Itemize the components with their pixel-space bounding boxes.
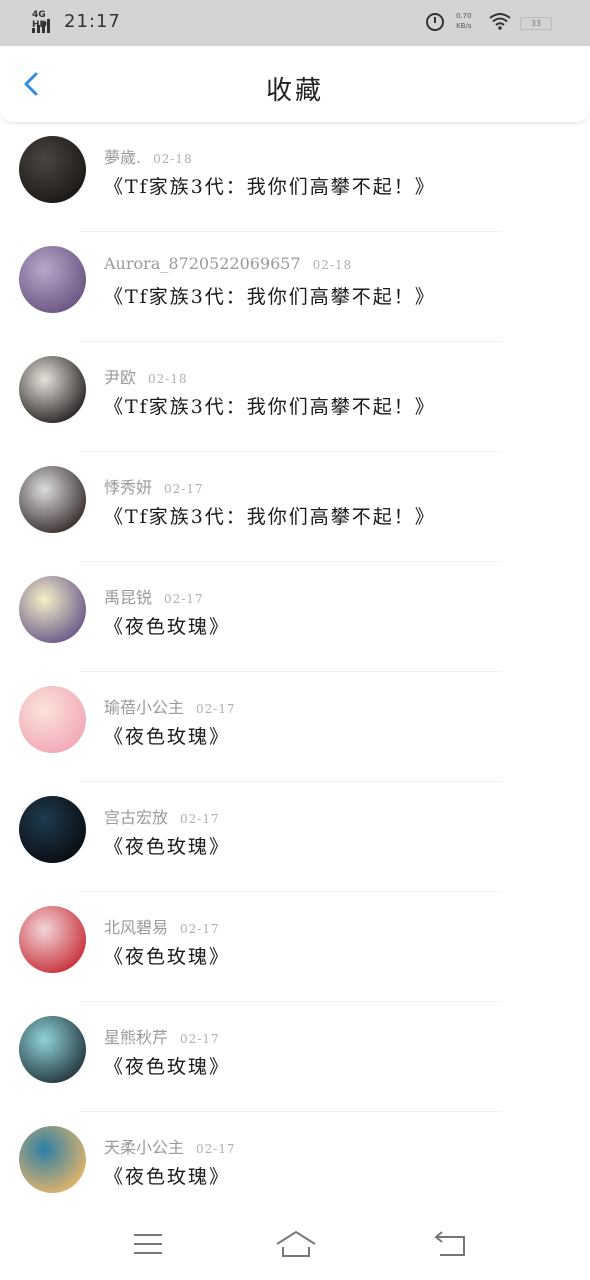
book-title: 《Tf家族3代：我你们高攀不起！》 xyxy=(104,396,436,418)
avatar[interactable] xyxy=(19,136,86,203)
item-meta: 瑜蓓小公主 02-17 xyxy=(104,694,236,718)
user-name: 宫古宏放 xyxy=(104,808,169,827)
list-item[interactable]: Aurora_8720522069657 02-18 《Tf家族3代：我你们高攀不起… xyxy=(0,232,590,342)
item-meta: Aurora_8720522069657 02-18 xyxy=(104,254,352,273)
back-arrow-icon xyxy=(434,1231,465,1256)
book-title: 《夜色玫瑰》 xyxy=(104,616,231,638)
item-meta: 星熊秋芹 02-17 xyxy=(104,1024,220,1048)
user-name: 尹欧 xyxy=(104,368,137,387)
item-meta: 尹欧 02-18 xyxy=(104,364,188,388)
status-right: 0.70 KB/s 33 xyxy=(420,8,560,38)
avatar[interactable] xyxy=(19,1126,86,1193)
list-item[interactable]: 瑜蓓小公主 02-17 《夜色玫瑰》 xyxy=(0,672,590,782)
item-date: 02-18 xyxy=(153,152,193,166)
item-meta: 北风碧易 02-17 xyxy=(104,914,220,938)
book-title: 《夜色玫瑰》 xyxy=(104,946,231,968)
menu-button[interactable] xyxy=(128,1228,168,1260)
user-name: 夢歲. xyxy=(104,148,142,167)
item-date: 02-17 xyxy=(180,922,220,936)
list-item[interactable]: 禹昆锐 02-17 《夜色玫瑰》 xyxy=(0,562,590,672)
item-meta: 天柔小公主 02-17 xyxy=(104,1134,236,1158)
user-name: 瑜蓓小公主 xyxy=(104,698,185,717)
user-name: 禹昆锐 xyxy=(104,588,153,607)
list-item[interactable]: 尹欧 02-18 《Tf家族3代：我你们高攀不起！》 xyxy=(0,342,590,452)
avatar[interactable] xyxy=(19,906,86,973)
item-date: 02-18 xyxy=(312,258,353,272)
menu-icon xyxy=(134,1234,162,1254)
book-title: 《夜色玫瑰》 xyxy=(104,836,231,858)
book-title: 《夜色玫瑰》 xyxy=(104,1166,231,1188)
wifi-icon xyxy=(489,13,511,30)
item-date: 02-17 xyxy=(180,1032,220,1046)
avatar[interactable] xyxy=(19,246,86,313)
avatar[interactable] xyxy=(19,1016,86,1083)
system-back-button[interactable] xyxy=(432,1228,472,1260)
item-meta: 宫古宏放 02-17 xyxy=(104,804,220,828)
avatar[interactable] xyxy=(19,356,86,423)
home-button[interactable] xyxy=(274,1228,318,1260)
item-date: 02-18 xyxy=(148,372,188,386)
avatar[interactable] xyxy=(19,466,86,533)
book-title: 《夜色玫瑰》 xyxy=(104,1056,231,1078)
book-title: 《夜色玫瑰》 xyxy=(104,726,231,748)
network-speed: 0.70 KB/s xyxy=(456,11,472,31)
battery-icon: 33 xyxy=(520,17,552,30)
user-name: Aurora_8720522069657 xyxy=(104,254,301,273)
item-date: 02-17 xyxy=(180,812,220,826)
avatar[interactable] xyxy=(19,796,86,863)
book-title: 《Tf家族3代：我你们高攀不起！》 xyxy=(104,286,436,308)
speed-value: 0.70 xyxy=(456,12,472,20)
user-name: 悸秀妍 xyxy=(104,478,153,497)
list-item[interactable]: 北风碧易 02-17 《夜色玫瑰》 xyxy=(0,892,590,1002)
list-item[interactable]: 夢歲. 02-18 《Tf家族3代：我你们高攀不起！》 xyxy=(0,122,590,232)
user-name: 天柔小公主 xyxy=(104,1138,185,1157)
item-date: 02-17 xyxy=(164,482,204,496)
header: 收藏 xyxy=(0,46,590,123)
clock: 21:17 xyxy=(64,11,121,32)
favorites-list: 夢歲. 02-18 《Tf家族3代：我你们高攀不起！》 Aurora_87205220… xyxy=(0,122,590,1222)
avatar[interactable] xyxy=(19,686,86,753)
system-nav-bar xyxy=(0,1210,590,1280)
list-item[interactable]: 天柔小公主 02-17 《夜色玫瑰》 xyxy=(0,1112,590,1222)
list-item[interactable]: 星熊秋芹 02-17 《夜色玫瑰》 xyxy=(0,1002,590,1112)
book-title: 《Tf家族3代：我你们高攀不起！》 xyxy=(104,176,436,198)
alarm-icon xyxy=(426,13,444,31)
avatar[interactable] xyxy=(19,576,86,643)
item-meta: 悸秀妍 02-17 xyxy=(104,474,204,498)
book-title: 《Tf家族3代：我你们高攀不起！》 xyxy=(104,506,436,528)
speed-unit: KB/s xyxy=(456,22,472,30)
list-item[interactable]: 宫古宏放 02-17 《夜色玫瑰》 xyxy=(0,782,590,892)
home-icon xyxy=(276,1230,316,1257)
user-name: 星熊秋芹 xyxy=(104,1028,169,1047)
item-date: 02-17 xyxy=(164,592,204,606)
item-date: 02-17 xyxy=(196,1142,236,1156)
user-name: 北风碧易 xyxy=(104,918,169,937)
page-title: 收藏 xyxy=(265,76,324,106)
status-bar: 4G HD 21:17 0.70 KB/s 33 xyxy=(0,0,590,46)
item-meta: 夢歲. 02-18 xyxy=(104,144,193,168)
list-item[interactable]: 悸秀妍 02-17 《Tf家族3代：我你们高攀不起！》 xyxy=(0,452,590,562)
item-meta: 禹昆锐 02-17 xyxy=(104,584,204,608)
item-date: 02-17 xyxy=(196,702,236,716)
